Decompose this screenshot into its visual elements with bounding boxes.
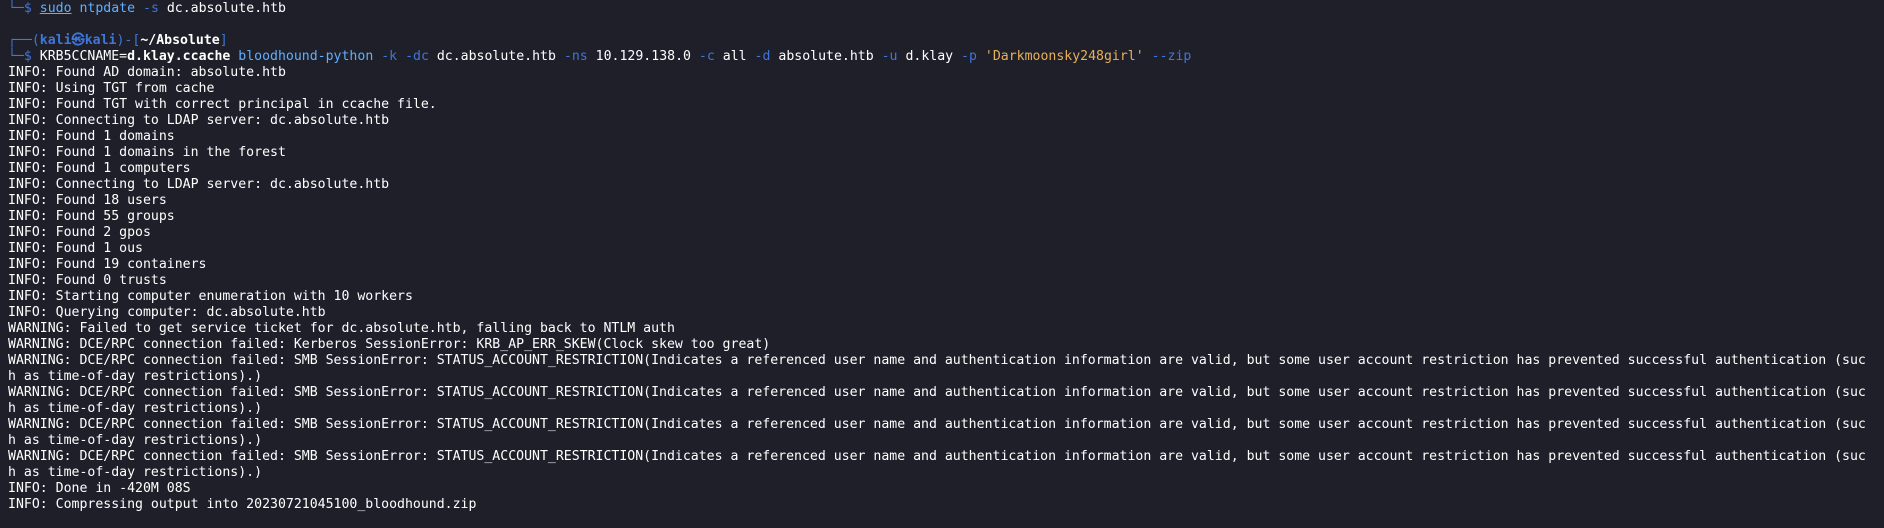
env-var-name: KRB5CCNAME=	[39, 49, 128, 64]
prompt-frame-mid: )-[	[116, 33, 141, 48]
output-line: WARNING: DCE/RPC connection failed: Kerb…	[8, 337, 771, 352]
output-line: h as time-of-day restrictions).)	[8, 369, 263, 384]
command-token-flag: -ns	[563, 49, 588, 64]
command-token-arg: absolute.htb	[778, 49, 874, 64]
command-token-arg: d.klay	[905, 49, 954, 64]
output-line: INFO: Found AD domain: absolute.htb	[8, 65, 286, 80]
output-line: WARNING: DCE/RPC connection failed: SMB …	[8, 353, 1866, 368]
output-line: h as time-of-day restrictions).)	[8, 465, 263, 480]
command-output: INFO: Found AD domain: absolute.htb INFO:…	[8, 65, 1884, 513]
output-line: h as time-of-day restrictions).)	[8, 401, 263, 416]
output-line: INFO: Found 0 trusts	[8, 273, 167, 288]
command-token-flag: -p	[961, 49, 977, 64]
output-line: h as time-of-day restrictions).)	[8, 433, 263, 448]
ntpdate-command: ntpdate	[79, 1, 136, 16]
output-line: INFO: Found 1 domains	[8, 129, 175, 144]
output-line: INFO: Found 1 computers	[8, 161, 191, 176]
output-line: INFO: Found 1 ous	[8, 241, 143, 256]
previous-command-line: └─$ sudo ntpdate -s dc.absolute.htb	[8, 1, 1884, 17]
output-line: INFO: Compressing output into 2023072104…	[8, 497, 477, 512]
command-token-flag: -dc	[405, 49, 429, 64]
program-name: bloodhound-python	[238, 49, 374, 64]
output-line: INFO: Found TGT with correct principal i…	[8, 97, 437, 112]
output-line: WARNING: Failed to get service ticket fo…	[8, 321, 675, 336]
output-line: INFO: Found 55 groups	[8, 209, 175, 224]
command-token-flag: -k	[381, 49, 398, 64]
prompt-path: ~/Absolute	[140, 33, 220, 48]
output-line: INFO: Using TGT from cache	[8, 81, 215, 96]
output-line: WARNING: DCE/RPC connection failed: SMB …	[8, 385, 1866, 400]
command-line[interactable]: └─$ KRB5CCNAME=d.klay.ccache bloodhound-…	[8, 49, 1884, 65]
output-line: INFO: Found 2 gpos	[8, 225, 151, 240]
output-line: INFO: Found 19 containers	[8, 257, 207, 272]
prompt-header-line: ┌──(kali㉿kali)-[~/Absolute]	[8, 33, 1884, 49]
output-line: WARNING: DCE/RPC connection failed: SMB …	[8, 449, 1866, 464]
command-token-flag: -c	[698, 49, 715, 64]
sudo-keyword: sudo	[39, 1, 72, 16]
prompt-user-host: kali㉿kali	[39, 33, 117, 48]
env-var-value: d.klay.ccache	[127, 49, 231, 64]
output-line: INFO: Starting computer enumeration with…	[8, 289, 413, 304]
command-token-flag: --zip	[1151, 49, 1192, 64]
output-line: WARNING: DCE/RPC connection failed: SMB …	[8, 417, 1866, 432]
command-token-quote: 'Darkmoonsky248girl'	[984, 49, 1144, 64]
command-token-flag: -u	[881, 49, 898, 64]
output-line: INFO: Found 1 domains in the forest	[8, 145, 286, 160]
ntpdate-flag: -s	[143, 1, 159, 16]
ntpdate-arg: dc.absolute.htb	[166, 1, 286, 16]
prompt-corner: └─$	[8, 49, 40, 64]
prompt-corner: └─$	[8, 1, 40, 16]
command-arguments: -k -dc dc.absolute.htb -ns 10.129.138.0 …	[373, 49, 1191, 64]
output-line: INFO: Connecting to LDAP server: dc.abso…	[8, 177, 390, 192]
terminal-window[interactable]: └─$ sudo ntpdate -s dc.absolute.htb ┌──(…	[0, 0, 1884, 513]
output-line: INFO: Querying computer: dc.absolute.htb	[8, 305, 326, 320]
command-token-flag: -d	[754, 49, 771, 64]
command-token-arg: 10.129.138.0	[595, 49, 691, 64]
output-line: INFO: Connecting to LDAP server: dc.abso…	[8, 113, 390, 128]
prompt-frame-open: ┌──(	[8, 33, 40, 48]
prompt-frame-close: ]	[219, 33, 228, 48]
command-token-arg: dc.absolute.htb	[436, 49, 556, 64]
output-line: INFO: Done in -420M 08S	[8, 481, 191, 496]
command-token-arg: all	[722, 49, 747, 64]
output-line: INFO: Found 18 users	[8, 193, 167, 208]
